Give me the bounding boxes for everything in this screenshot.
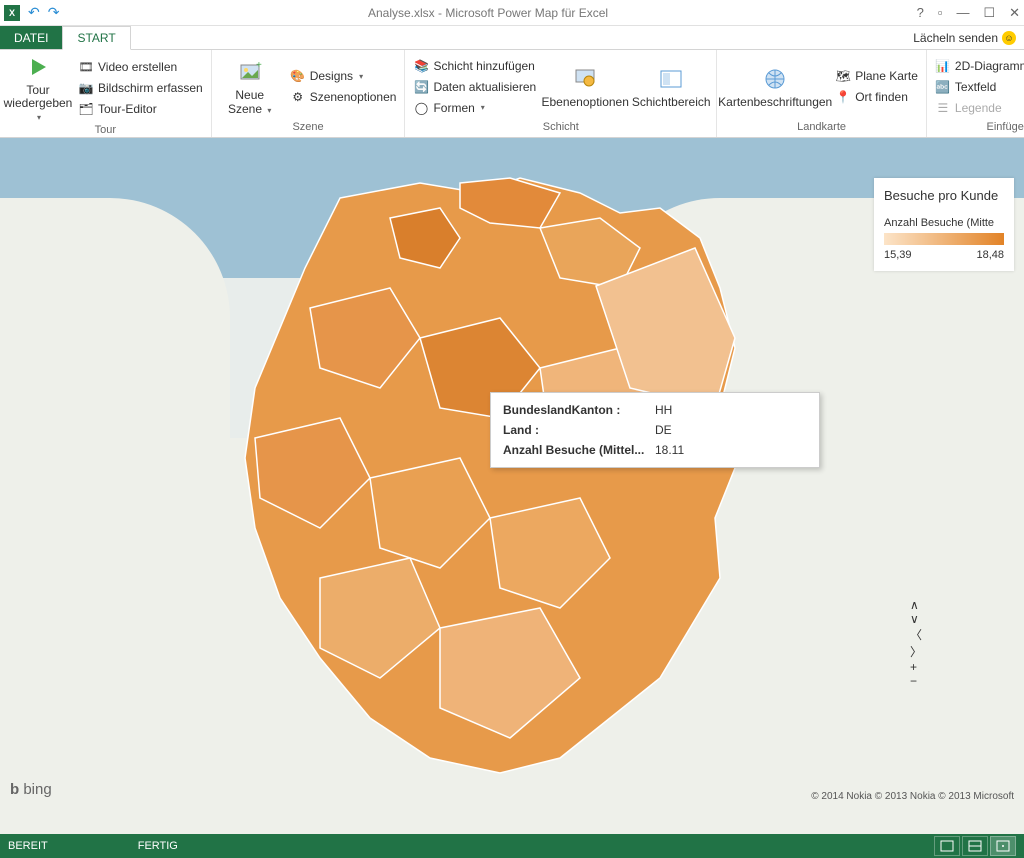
legend-title: Besuche pro Kunde <box>884 188 1004 203</box>
ribbon-options-button[interactable]: ▫ <box>938 5 943 21</box>
legend-icon: ☰ <box>935 100 951 116</box>
scene-icon: + <box>238 60 262 84</box>
palette-icon: 🎨 <box>290 68 306 84</box>
pan-right-button[interactable]: 〉 <box>910 643 1010 660</box>
ribbon-group-layer: 📚Schicht hinzufügen 🔄Daten aktualisieren… <box>405 50 717 137</box>
ribbon-tabs: DATEI START Lächeln senden ☺ <box>0 26 1024 50</box>
layers-icon: 📚 <box>413 58 429 74</box>
zoom-in-button[interactable]: + <box>910 660 1010 674</box>
status-bar: BEREIT FERTIG <box>0 834 1024 858</box>
view-icon-1 <box>940 840 954 852</box>
help-button[interactable]: ? <box>917 5 924 21</box>
ribbon-group-scene: + Neue Szene ▾ 🎨Designs▾ ⚙Szenenoptionen… <box>212 50 406 137</box>
text-icon: 🔤 <box>935 79 951 95</box>
ribbon-group-map: Kartenbeschriftungen 🗺Plane Karte 📍Ort f… <box>717 50 927 137</box>
fullscreen-icon <box>996 840 1010 852</box>
zoom-out-button[interactable]: − <box>910 674 1010 688</box>
pan-down-button[interactable]: ∨ <box>910 612 1010 626</box>
tab-file[interactable]: DATEI <box>0 26 62 49</box>
layer-options-button[interactable]: Ebenenoptionen <box>544 52 626 121</box>
legend-subtitle: Anzahl Besuche (Mitte <box>884 217 1004 229</box>
status-ready: BEREIT <box>8 840 48 852</box>
svg-text:+: + <box>256 60 262 71</box>
legend-min: 15,39 <box>884 249 912 261</box>
map-legend[interactable]: Besuche pro Kunde Anzahl Besuche (Mitte … <box>874 178 1014 271</box>
tour-editor-button[interactable]: 🗂Tour-Editor <box>76 100 205 118</box>
pan-up-button[interactable]: ∧ <box>910 598 1010 612</box>
window-title: Analyse.xlsx - Microsoft Power Map für E… <box>59 6 916 20</box>
range-icon <box>659 67 683 91</box>
gear-icon: ⚙ <box>290 89 306 105</box>
close-button[interactable]: ✕ <box>1009 5 1020 21</box>
globe-icon <box>763 67 787 91</box>
view-button-2[interactable] <box>962 836 988 856</box>
refresh-icon: 🔄 <box>413 79 429 95</box>
pin-icon: 📍 <box>835 89 851 105</box>
minimize-button[interactable]: — <box>956 5 969 21</box>
legend-button[interactable]: ☰Legende <box>933 99 1024 117</box>
legend-gradient <box>884 233 1004 245</box>
editor-icon: 🗂 <box>78 101 94 117</box>
shapes-icon: ◯ <box>413 100 429 116</box>
layer-opts-icon <box>573 67 597 91</box>
flat-map-icon: 🗺 <box>835 68 851 84</box>
map-labels-button[interactable]: Kartenbeschriftungen <box>723 52 827 121</box>
view-icon-2 <box>968 840 982 852</box>
pan-left-button[interactable]: 〈 <box>910 626 1010 643</box>
create-video-button[interactable]: 🎞Video erstellen <box>76 58 205 76</box>
ribbon-group-tour: Tour wiedergeben ▾ 🎞Video erstellen 📷Bil… <box>0 50 212 137</box>
map-credits: © 2014 Nokia © 2013 Nokia © 2013 Microso… <box>811 791 1014 802</box>
view-button-1[interactable] <box>934 836 960 856</box>
shapes-button[interactable]: ◯Formen▾ <box>411 99 538 117</box>
ribbon-group-insert: 📊2D-Diagramm 🔤Textfeld ☰Legende Zeit Ein… <box>927 50 1024 137</box>
textbox-button[interactable]: 🔤Textfeld <box>933 78 1024 96</box>
find-place-button[interactable]: 📍Ort finden <box>833 88 920 106</box>
add-layer-button[interactable]: 📚Schicht hinzufügen <box>411 57 538 75</box>
tab-start[interactable]: START <box>62 26 130 50</box>
refresh-data-button[interactable]: 🔄Daten aktualisieren <box>411 78 538 96</box>
view-button-3[interactable] <box>990 836 1016 856</box>
layer-range-button[interactable]: Schichtbereich <box>632 52 710 121</box>
data-tooltip: BundeslandKanton :HH Land :DE Anzahl Bes… <box>490 392 820 468</box>
redo-button[interactable]: ↷ <box>48 4 60 21</box>
camera-icon: 📷 <box>78 80 94 96</box>
play-icon <box>26 55 50 79</box>
designs-button[interactable]: 🎨Designs▾ <box>288 67 399 85</box>
ribbon: Tour wiedergeben ▾ 🎞Video erstellen 📷Bil… <box>0 50 1024 138</box>
status-done: FERTIG <box>138 840 178 852</box>
flat-map-button[interactable]: 🗺Plane Karte <box>833 67 920 85</box>
film-icon: 🎞 <box>78 59 94 75</box>
2d-chart-button[interactable]: 📊2D-Diagramm <box>933 57 1024 75</box>
legend-max: 18,48 <box>976 249 1004 261</box>
map-nav-controls: ∧ ∨ 〈 〉 + − <box>910 598 1010 748</box>
new-scene-button[interactable]: + Neue Szene ▾ <box>218 52 282 121</box>
chart-icon: 📊 <box>935 58 951 74</box>
send-smile[interactable]: Lächeln senden ☺ <box>913 26 1024 49</box>
play-tour-button[interactable]: Tour wiedergeben ▾ <box>6 52 70 124</box>
scene-options-button[interactable]: ⚙Szenenoptionen <box>288 88 399 106</box>
excel-icon: X <box>4 5 20 21</box>
map-canvas[interactable]: BundeslandKanton :HH Land :DE Anzahl Bes… <box>0 138 1024 834</box>
germany-choropleth <box>160 158 780 798</box>
maximize-button[interactable]: ☐ <box>983 5 995 21</box>
smiley-icon: ☺ <box>1002 31 1016 45</box>
capture-screen-button[interactable]: 📷Bildschirm erfassen <box>76 79 205 97</box>
title-bar: X ↶ ↷ Analyse.xlsx - Microsoft Power Map… <box>0 0 1024 26</box>
bing-logo: b bing <box>10 781 52 798</box>
undo-button[interactable]: ↶ <box>28 4 40 21</box>
